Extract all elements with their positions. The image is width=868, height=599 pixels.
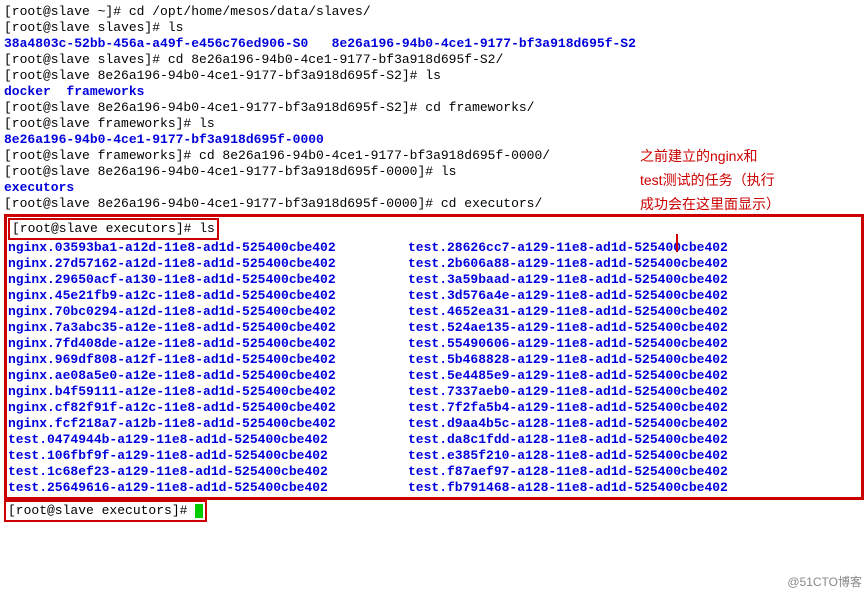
list-item: test.28626cc7-a129-11e8-ad1d-525400cbe40… [408,240,860,256]
annotation-arrow-icon [676,234,678,252]
terminal-line: [root@slave slaves]# ls [4,20,864,36]
highlighted-output-box: [root@slave executors]# ls nginx.03593ba… [4,214,864,500]
list-item: nginx.cf82f91f-a12c-11e8-ad1d-525400cbe4… [8,400,408,416]
list-item: nginx.969df808-a12f-11e8-ad1d-525400cbe4… [8,352,408,368]
list-item: nginx.29650acf-a130-11e8-ad1d-525400cbe4… [8,272,408,288]
list-item: test.7f2fa5b4-a129-11e8-ad1d-525400cbe40… [408,400,860,416]
list-item: test.55490606-a129-11e8-ad1d-525400cbe40… [408,336,860,352]
cursor-icon [195,504,203,518]
list-item: test.f87aef97-a128-11e8-ad1d-525400cbe40… [408,464,860,480]
list-item: nginx.03593ba1-a12d-11e8-ad1d-525400cbe4… [8,240,408,256]
list-item: test.d9aa4b5c-a128-11e8-ad1d-525400cbe40… [408,416,860,432]
list-item: test.5e4485e9-a129-11e8-ad1d-525400cbe40… [408,368,860,384]
ls-output: docker frameworks [4,84,864,100]
annotation-text: 之前建立的nginx和 test测试的任务（执行 成功会在这里面显示） [640,144,860,216]
list-item: test.7337aeb0-a129-11e8-ad1d-525400cbe40… [408,384,860,400]
list-item: test.da8c1fdd-a128-11e8-ad1d-525400cbe40… [408,432,860,448]
list-item: test.0474944b-a129-11e8-ad1d-525400cbe40… [8,432,408,448]
terminal-line: [root@slave ~]# cd /opt/home/mesos/data/… [4,4,864,20]
prompt-box: [root@slave executors]# ls [8,218,219,240]
terminal-line: [root@slave 8e26a196-94b0-4ce1-9177-bf3a… [4,68,864,84]
list-item: nginx.b4f59111-a12e-11e8-ad1d-525400cbe4… [8,384,408,400]
ls-output: 38a4803c-52bb-456a-a49f-e456c76ed906-S0 … [4,36,864,52]
list-item: test.524ae135-a129-11e8-ad1d-525400cbe40… [408,320,860,336]
list-item: test.1c68ef23-a129-11e8-ad1d-525400cbe40… [8,464,408,480]
list-item: test.5b468828-a129-11e8-ad1d-525400cbe40… [408,352,860,368]
list-item: nginx.70bc0294-a12d-11e8-ad1d-525400cbe4… [8,304,408,320]
watermark: @51CTO博客 [787,574,862,590]
prompt-box: [root@slave executors]# [4,500,207,522]
list-item: test.4652ea31-a129-11e8-ad1d-525400cbe40… [408,304,860,320]
list-item: nginx.fcf218a7-a12b-11e8-ad1d-525400cbe4… [8,416,408,432]
terminal-line: [root@slave frameworks]# ls [4,116,864,132]
terminal-line: [root@slave slaves]# cd 8e26a196-94b0-4c… [4,52,864,68]
list-item: nginx.27d57162-a12d-11e8-ad1d-525400cbe4… [8,256,408,272]
list-item: test.e385f210-a128-11e8-ad1d-525400cbe40… [408,448,860,464]
list-item: test.3a59baad-a129-11e8-ad1d-525400cbe40… [408,272,860,288]
list-item: test.2b606a88-a129-11e8-ad1d-525400cbe40… [408,256,860,272]
file-list-left: nginx.03593ba1-a12d-11e8-ad1d-525400cbe4… [8,240,408,496]
list-item: test.25649616-a129-11e8-ad1d-525400cbe40… [8,480,408,496]
list-item: test.106fbf9f-a129-11e8-ad1d-525400cbe40… [8,448,408,464]
terminal-line: [root@slave 8e26a196-94b0-4ce1-9177-bf3a… [4,100,864,116]
list-item: nginx.ae08a5e0-a12e-11e8-ad1d-525400cbe4… [8,368,408,384]
list-item: nginx.7fd408de-a12e-11e8-ad1d-525400cbe4… [8,336,408,352]
list-item: nginx.45e21fb9-a12c-11e8-ad1d-525400cbe4… [8,288,408,304]
list-item: test.3d576a4e-a129-11e8-ad1d-525400cbe40… [408,288,860,304]
list-item: nginx.7a3abc35-a12e-11e8-ad1d-525400cbe4… [8,320,408,336]
file-list-right: test.28626cc7-a129-11e8-ad1d-525400cbe40… [408,240,860,496]
list-item: test.fb791468-a128-11e8-ad1d-525400cbe40… [408,480,860,496]
terminal-line[interactable]: [root@slave executors]# [4,500,864,522]
